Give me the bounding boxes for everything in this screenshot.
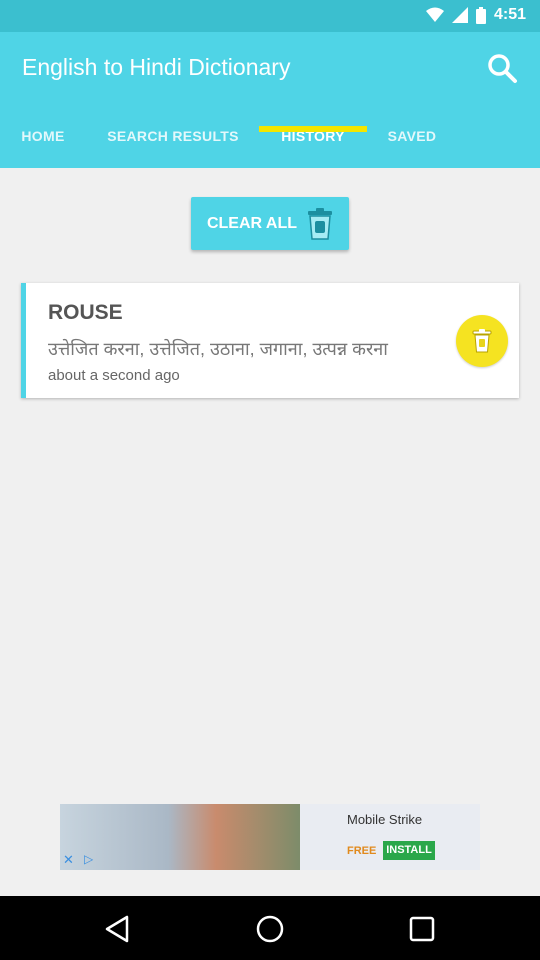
history-word: ROUSE [48, 301, 123, 324]
card-accent-bar [21, 283, 26, 398]
navigation-bar [0, 896, 540, 960]
ad-title: Mobile Strike [347, 812, 423, 827]
ad-image [60, 804, 300, 870]
ad-free-label: FREE [347, 845, 377, 857]
tab-home[interactable]: HOME [0, 120, 86, 168]
ad-banner[interactable]: Mobile Strike FREE INSTALL ✕ ▷ [60, 804, 480, 870]
back-button[interactable] [103, 914, 133, 944]
app-bar: English to Hindi Dictionary HOME SEARCH … [0, 32, 540, 168]
search-button[interactable] [484, 50, 520, 86]
clear-all-button[interactable]: CLEAR ALL [191, 197, 349, 250]
tab-search-results[interactable]: SEARCH RESULTS [96, 120, 250, 168]
delete-history-button[interactable] [456, 315, 508, 367]
status-icons: 4:51 [425, 6, 526, 24]
trash-icon [472, 329, 492, 353]
recents-button[interactable] [407, 914, 437, 944]
search-icon [488, 54, 517, 83]
history-timestamp: about a second ago [48, 367, 180, 384]
tab-saved[interactable]: SAVED [375, 120, 449, 168]
active-tab-indicator [259, 126, 367, 132]
wifi-icon [425, 7, 444, 22]
app-title: English to Hindi Dictionary [22, 54, 291, 80]
status-bar: 4:51 [0, 0, 540, 32]
signal-icon [451, 7, 468, 23]
trash-icon [308, 207, 333, 240]
status-time: 4:51 [493, 6, 526, 23]
history-item[interactable]: ROUSE उत्तेजित करना, उत्तेजित, उठाना, जग… [21, 283, 519, 398]
recents-icon [409, 916, 435, 942]
battery-icon [475, 6, 486, 24]
home-icon [256, 915, 284, 943]
clear-all-label: CLEAR ALL [206, 214, 298, 232]
home-button[interactable] [255, 914, 285, 944]
back-icon [105, 915, 129, 943]
ad-close-icon[interactable]: ✕ [63, 852, 74, 868]
ad-install-button[interactable]: INSTALL [383, 841, 435, 860]
history-meaning: उत्तेजित करना, उत्तेजित, उठाना, जगाना, उ… [48, 339, 388, 359]
ad-choices-icon[interactable]: ▷ [84, 852, 93, 866]
